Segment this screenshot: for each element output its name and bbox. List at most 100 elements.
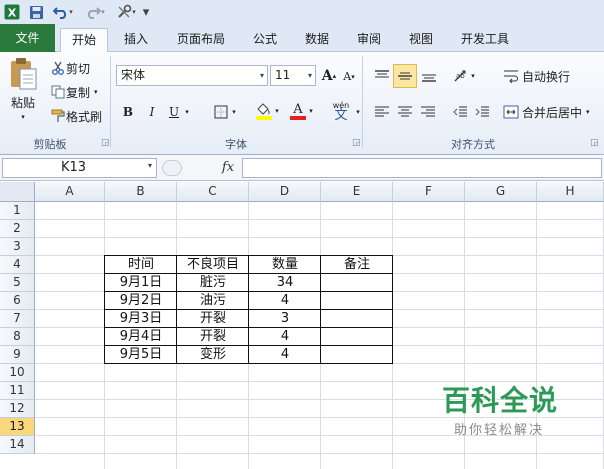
select-all-corner[interactable]	[0, 182, 35, 202]
fill-color-button[interactable]: ▾	[252, 100, 282, 122]
table-cell[interactable]: 4	[249, 346, 321, 364]
column-header-d[interactable]: D	[249, 182, 321, 202]
formula-input[interactable]	[242, 158, 602, 178]
align-left-icon[interactable]	[372, 102, 392, 122]
paste-button[interactable]: 粘贴	[8, 94, 38, 110]
underline-button[interactable]: U	[166, 102, 182, 122]
font-name-combo[interactable]: 宋体 ▾	[116, 65, 268, 86]
table-cell[interactable]	[321, 274, 393, 292]
tab-developer[interactable]: 开发工具	[451, 28, 519, 52]
redo-icon[interactable]: ▾	[82, 3, 108, 21]
row-header-3[interactable]: 3	[0, 238, 35, 256]
row-header-13[interactable]: 13	[0, 418, 35, 436]
shrink-font-button[interactable]: A ▾	[341, 67, 357, 86]
table-cell[interactable]: 3	[249, 310, 321, 328]
row-header-4[interactable]: 4	[0, 256, 35, 274]
paste-icon[interactable]	[6, 56, 40, 92]
font-size-combo[interactable]: 11 ▾	[270, 65, 316, 86]
row-header-5[interactable]: 5	[0, 274, 35, 292]
align-right-icon[interactable]	[418, 102, 438, 122]
table-cell[interactable]	[321, 328, 393, 346]
phonetic-dropdown-arrow[interactable]: ▾	[354, 106, 362, 118]
tab-data[interactable]: 数据	[295, 28, 339, 52]
underline-dropdown-arrow[interactable]: ▾	[182, 106, 192, 118]
align-middle-icon[interactable]	[393, 64, 417, 88]
excel-logo-icon[interactable]: X	[3, 3, 21, 21]
copy-button[interactable]: 复制 ▾	[66, 84, 108, 100]
insert-function-icon[interactable]: fx	[218, 158, 238, 178]
tab-formulas[interactable]: 公式	[243, 28, 287, 52]
wrap-text-button[interactable]: 自动换行	[522, 66, 578, 86]
bold-button[interactable]: B	[120, 102, 136, 122]
table-cell[interactable]: 脏污	[177, 274, 249, 292]
table-cell[interactable]	[321, 292, 393, 310]
table-cell[interactable]	[321, 346, 393, 364]
alignment-launcher-icon[interactable]: ◲	[590, 138, 599, 148]
tab-insert[interactable]: 插入	[113, 28, 159, 52]
wrap-text-icon[interactable]	[502, 66, 520, 86]
grow-font-button[interactable]: A ▴	[320, 65, 338, 86]
column-header-e[interactable]: E	[321, 182, 393, 202]
column-header-c[interactable]: C	[177, 182, 249, 202]
formula-bar-resize-handle[interactable]	[162, 160, 182, 176]
table-header-cell[interactable]: 时间	[105, 256, 177, 274]
table-cell[interactable]: 9月1日	[105, 274, 177, 292]
copy-icon[interactable]	[50, 84, 66, 100]
name-box-dropdown-arrow[interactable]: ▾	[148, 161, 152, 170]
paste-dropdown-arrow[interactable]: ▾	[18, 112, 28, 122]
decrease-indent-icon[interactable]	[450, 102, 470, 122]
tools-icon[interactable]: ▾	[113, 3, 139, 21]
format-painter-button[interactable]: 格式刷	[66, 108, 106, 124]
table-cell[interactable]: 9月4日	[105, 328, 177, 346]
column-header-h[interactable]: H	[537, 182, 604, 202]
tab-file[interactable]: 文件	[0, 24, 55, 52]
clipboard-launcher-icon[interactable]: ◲	[101, 138, 110, 148]
cut-button[interactable]: 剪切	[66, 60, 96, 76]
table-cell[interactable]	[321, 310, 393, 328]
row-header-14[interactable]: 14	[0, 436, 35, 454]
table-header-cell[interactable]: 备注	[321, 256, 393, 274]
row-header-6[interactable]: 6	[0, 292, 35, 310]
table-cell[interactable]: 开裂	[177, 310, 249, 328]
italic-button[interactable]: I	[144, 102, 160, 122]
tab-view[interactable]: 视图	[399, 28, 443, 52]
save-icon[interactable]	[27, 3, 45, 21]
table-cell[interactable]: 9月3日	[105, 310, 177, 328]
row-header-9[interactable]: 9	[0, 346, 35, 364]
name-box[interactable]: K13 ▾	[2, 158, 157, 178]
undo-icon[interactable]: ▾	[50, 3, 76, 21]
column-header-a[interactable]: A	[35, 182, 105, 202]
phonetic-guide-button[interactable]: wén 文	[326, 98, 356, 124]
format-painter-icon[interactable]	[50, 108, 66, 124]
cut-icon[interactable]	[50, 60, 66, 76]
table-cell[interactable]: 34	[249, 274, 321, 292]
table-cell[interactable]: 油污	[177, 292, 249, 310]
table-header-cell[interactable]: 数量	[249, 256, 321, 274]
align-bottom-icon[interactable]	[419, 66, 439, 86]
row-header-2[interactable]: 2	[0, 220, 35, 238]
tab-page-layout[interactable]: 页面布局	[167, 28, 235, 52]
customize-qat-arrow[interactable]: ▾	[141, 3, 151, 21]
row-header-7[interactable]: 7	[0, 310, 35, 328]
table-cell[interactable]: 4	[249, 328, 321, 346]
tab-home[interactable]: 开始	[60, 28, 108, 53]
increase-indent-icon[interactable]	[472, 102, 492, 122]
column-header-g[interactable]: G	[465, 182, 537, 202]
borders-button[interactable]: ▾	[208, 102, 242, 122]
column-header-b[interactable]: B	[105, 182, 177, 202]
merge-center-icon[interactable]	[502, 102, 520, 122]
merge-center-button[interactable]: 合并后居中 ▾	[522, 102, 594, 122]
table-cell[interactable]: 变形	[177, 346, 249, 364]
align-center-icon[interactable]	[395, 102, 415, 122]
text-orientation-icon[interactable]: ab ▾	[450, 66, 478, 86]
table-header-cell[interactable]: 不良项目	[177, 256, 249, 274]
align-top-icon[interactable]	[372, 66, 392, 86]
row-header-10[interactable]: 10	[0, 364, 35, 382]
row-header-1[interactable]: 1	[0, 202, 35, 220]
table-cell[interactable]: 4	[249, 292, 321, 310]
table-cell[interactable]: 9月2日	[105, 292, 177, 310]
row-header-8[interactable]: 8	[0, 328, 35, 346]
tab-review[interactable]: 审阅	[347, 28, 391, 52]
font-color-button[interactable]: A ▾	[286, 100, 316, 122]
row-header-12[interactable]: 12	[0, 400, 35, 418]
